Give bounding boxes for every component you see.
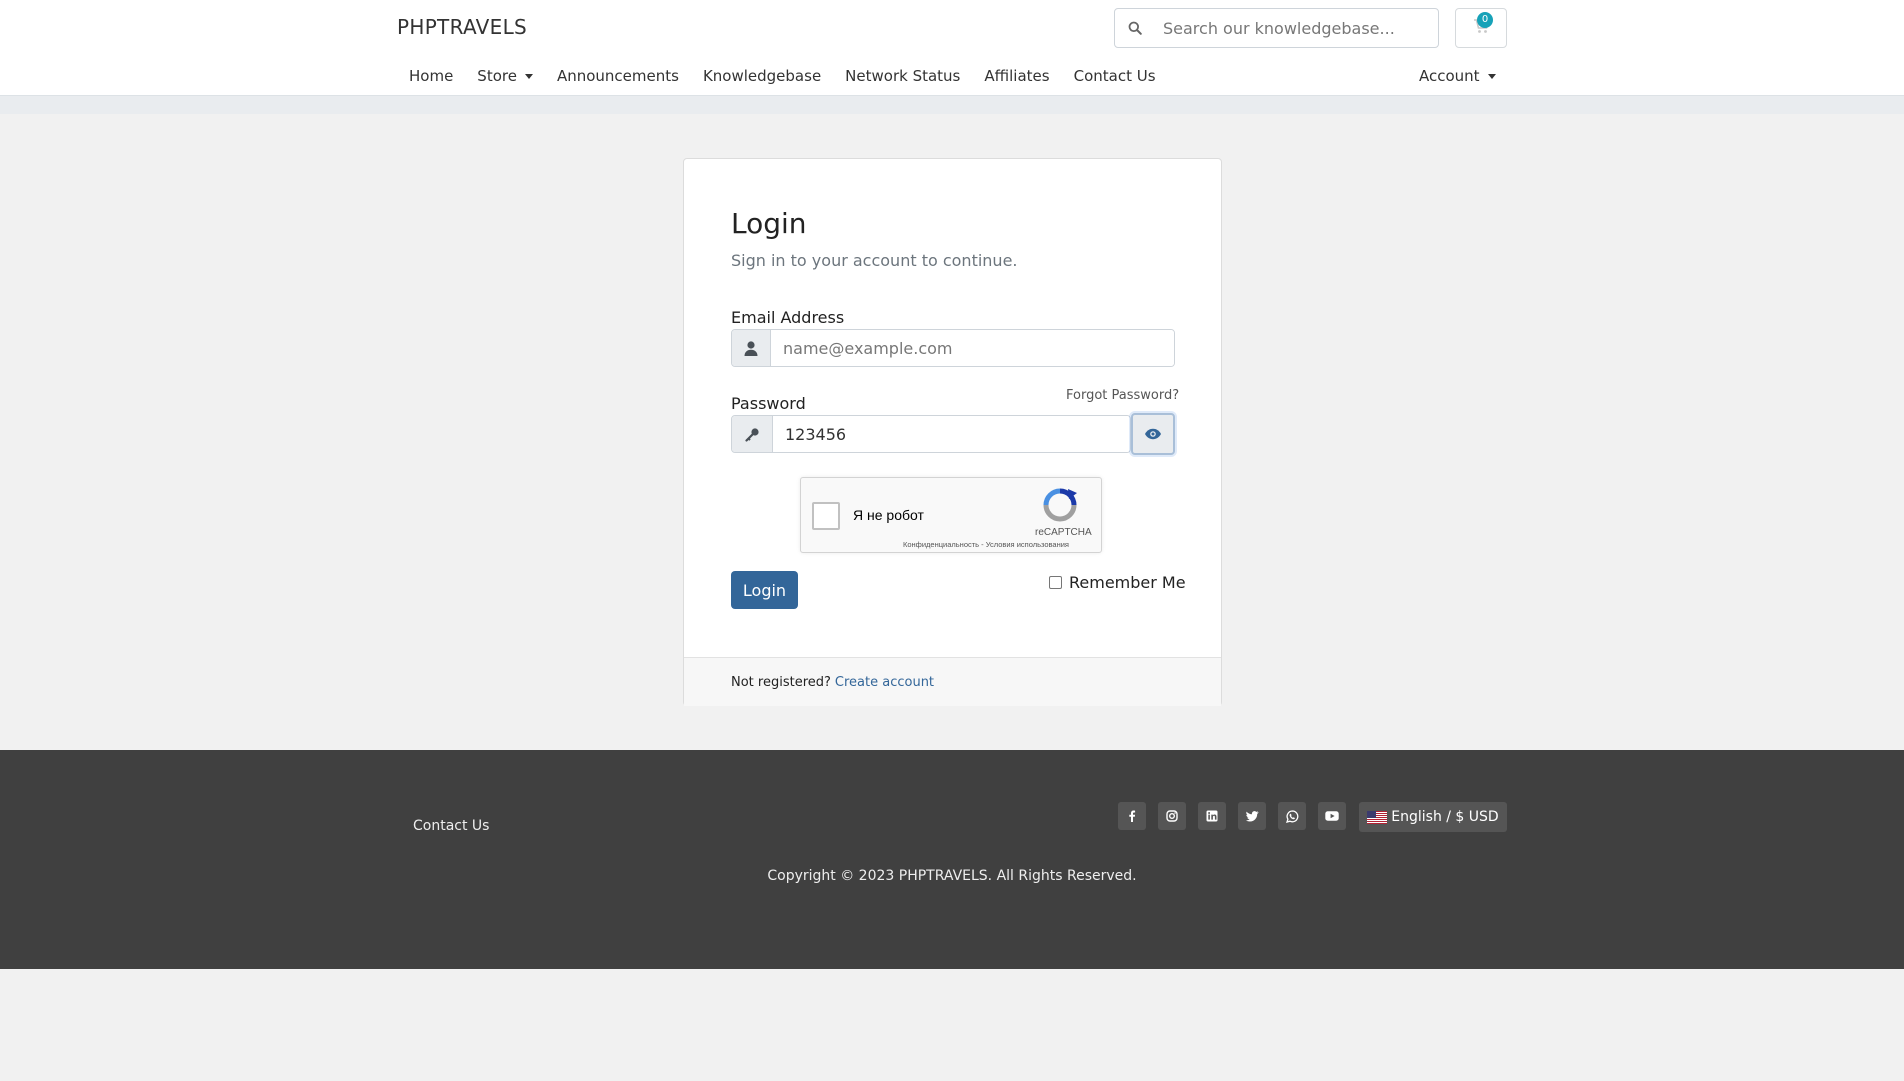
search-icon [1115,21,1155,35]
facebook-icon[interactable] [1118,802,1146,830]
nav-store[interactable]: Store [465,67,545,85]
password-input-group [731,415,1131,453]
cart-button[interactable]: 0 [1455,8,1507,48]
search-input[interactable] [1155,18,1438,38]
page-subtitle: Sign in to your account to continue. [731,251,1018,270]
email-field[interactable] [771,330,1174,366]
nav-label: Home [409,67,454,85]
not-registered-text: Not registered? [731,674,831,690]
remember-me[interactable]: Remember Me [1042,573,1186,592]
nav-contact-us[interactable]: Contact Us [1062,67,1168,85]
recaptcha-terms-links[interactable]: Конфиденциальность - Условия использован… [903,540,1069,549]
account-label: Account [1419,67,1480,85]
nav-label: Affiliates [984,67,1050,85]
email-label: Email Address [731,308,845,327]
youtube-icon[interactable] [1318,802,1346,830]
remember-me-label: Remember Me [1069,573,1186,592]
email-input-group [731,329,1175,367]
account-dropdown[interactable]: Account [1407,64,1508,88]
page-title: Login [731,207,807,240]
footer-contact-link[interactable]: Contact Us [413,818,489,834]
key-icon [732,416,773,452]
remember-me-checkbox[interactable] [1049,576,1062,589]
card-footer: Not registered? Create account [684,657,1221,706]
linkedin-icon[interactable] [1198,802,1226,830]
language-label: English / $ USD [1391,809,1499,825]
knowledgebase-search[interactable] [1114,8,1439,48]
user-icon [732,330,771,366]
site-footer: Contact Us English / $ USD Copyright © 2… [0,750,1904,969]
breadcrumb-bar [0,96,1904,114]
nav-knowledgebase[interactable]: Knowledgebase [691,67,833,85]
language-currency-selector[interactable]: English / $ USD [1359,802,1507,832]
caret-down-icon [1487,73,1496,79]
recaptcha-brand: reCAPTCHA [1035,527,1092,538]
nav-affiliates[interactable]: Affiliates [972,67,1061,85]
whatsapp-icon[interactable] [1278,802,1306,830]
copyright-text: Copyright © 2023 PHPTRAVELS. All Rights … [767,868,1137,884]
nav-label: Knowledgebase [702,67,822,85]
nav-label: Announcements [556,67,679,85]
nav-label: Contact Us [1073,67,1156,85]
recaptcha-checkbox[interactable] [812,502,840,530]
password-field[interactable] [773,416,1130,452]
recaptcha-label: Я не робот [853,507,924,523]
site-header: PHPTRAVELS 0 Home Store Announcements Kn… [0,0,1904,96]
password-label: Password [731,394,806,413]
eye-icon [1144,425,1162,444]
cart-count-badge: 0 [1477,12,1493,28]
main-nav: Home Store Announcements Knowledgebase N… [397,64,1168,88]
nav-announcements[interactable]: Announcements [545,67,691,85]
recaptcha-logo-icon [1042,487,1078,523]
create-account-link[interactable]: Create account [835,675,934,690]
us-flag-icon [1367,810,1388,824]
twitter-icon[interactable] [1238,802,1266,830]
forgot-password-link[interactable]: Forgot Password? [1066,388,1179,403]
nav-network-status[interactable]: Network Status [833,67,972,85]
instagram-icon[interactable] [1158,802,1186,830]
nav-home[interactable]: Home [397,67,465,85]
login-card: Login Sign in to your account to continu… [683,158,1222,706]
caret-down-icon [524,73,533,79]
brand-logo[interactable]: PHPTRAVELS [397,15,527,39]
recaptcha-widget: Я не робот reCAPTCHA Конфиденциальность … [800,477,1102,553]
nav-label: Store [477,67,517,85]
login-button[interactable]: Login [731,571,798,609]
nav-label: Network Status [845,67,961,85]
show-password-button[interactable] [1131,413,1175,455]
